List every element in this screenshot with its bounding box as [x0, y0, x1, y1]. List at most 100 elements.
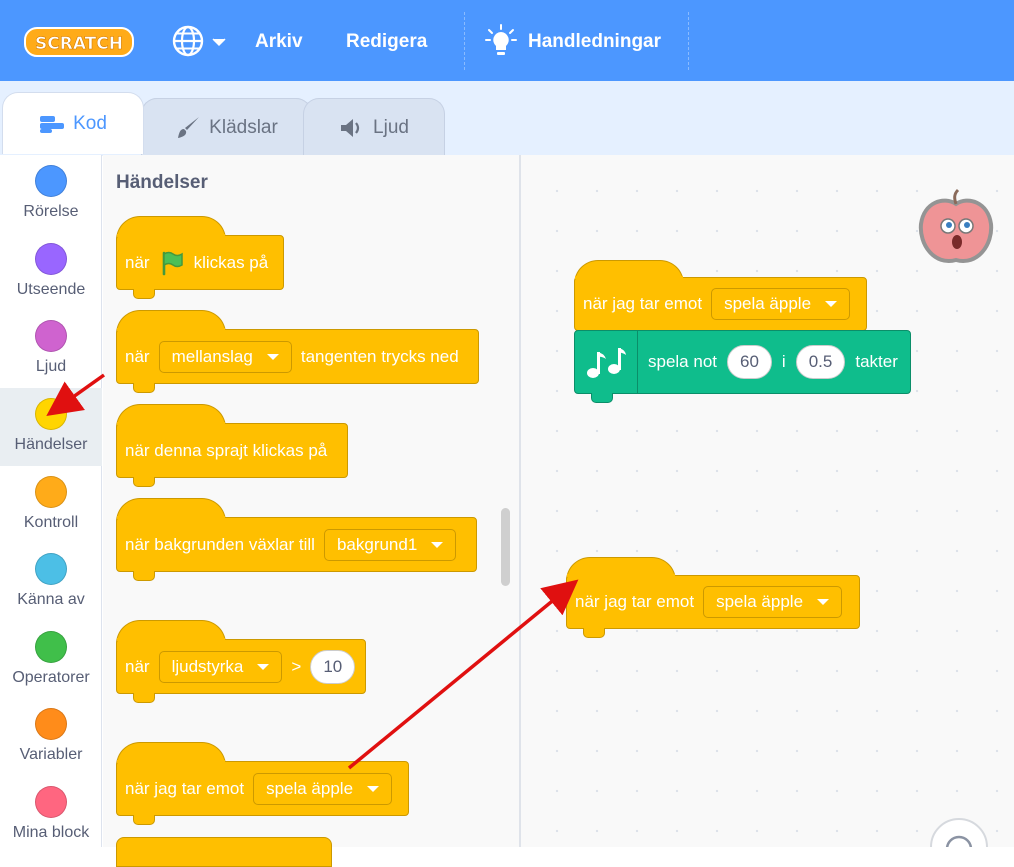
category-dot — [35, 243, 67, 275]
message-dropdown[interactable]: spela äpple — [253, 772, 393, 805]
when-i-receive-block[interactable]: när jag tar emot spela äpple — [116, 761, 409, 816]
block-notch — [133, 383, 155, 393]
tab-ljud[interactable]: Ljud — [303, 98, 445, 156]
partial-event-block[interactable] — [116, 837, 332, 867]
beats-input[interactable]: 0.5 — [795, 345, 846, 379]
speaker-icon — [341, 118, 360, 137]
category-dot — [35, 476, 67, 508]
block-text: tangenten trycks ned — [300, 346, 459, 366]
message-dropdown[interactable]: spela äpple — [703, 586, 843, 618]
category-dot — [35, 786, 67, 818]
block-text: när — [125, 252, 150, 272]
dropdown-value: mellanslag — [171, 346, 253, 366]
tab-kladslar[interactable]: Klädslar — [141, 98, 312, 156]
dropdown-caret-icon — [825, 301, 838, 307]
dropdown-caret-icon — [367, 785, 380, 792]
dropdown-value: spela äpple — [716, 592, 804, 611]
loudness-value-input[interactable]: 10 — [310, 649, 356, 684]
when-backdrop-switches-block[interactable]: när bakgrunden växlar till bakgrund1 — [116, 517, 477, 572]
hat-seam — [117, 234, 225, 237]
block-notch — [133, 289, 155, 299]
hat-seam — [117, 516, 225, 519]
palette-section-title: Händelser — [116, 172, 208, 193]
tab-kladslar-label: Klädslar — [209, 116, 278, 138]
music-notes-icon — [587, 348, 626, 378]
tab-kod-active[interactable]: Kod — [2, 92, 144, 154]
category-ljud[interactable]: Ljud — [0, 310, 102, 388]
note-input[interactable]: 60 — [727, 345, 772, 379]
category-handelser[interactable]: Händelser — [0, 388, 102, 466]
block-notch — [583, 628, 605, 638]
dropdown-value: ljudstyrka — [171, 656, 244, 676]
category-dot — [35, 631, 67, 663]
block-text: när jag tar emot — [583, 294, 703, 313]
backdrop-dropdown[interactable]: bakgrund1 — [323, 528, 457, 561]
category-label: Känna av — [17, 591, 85, 608]
block-text: klickas på — [193, 252, 269, 272]
svg-text:SCRATCH: SCRATCH — [35, 34, 123, 54]
dropdown-caret-icon — [266, 353, 279, 360]
category-variabler[interactable]: Variabler — [0, 698, 102, 776]
key-dropdown[interactable]: mellanslag — [158, 340, 292, 373]
category-label: Utseende — [16, 281, 86, 298]
category-rorelse[interactable]: Rörelse — [0, 155, 102, 233]
category-utseende[interactable]: Utseende — [0, 233, 102, 311]
category-label: Variabler — [19, 746, 83, 763]
category-dot — [35, 165, 67, 197]
menu-divider — [464, 12, 465, 70]
category-kanna-av[interactable]: Känna av — [0, 543, 102, 621]
category-operatorer[interactable]: Operatorer — [0, 621, 102, 699]
palette-scrollbar[interactable] — [501, 508, 510, 586]
paintbrush-icon — [178, 116, 200, 138]
category-dot — [35, 398, 67, 430]
hat-seam — [575, 276, 683, 279]
sensor-dropdown[interactable]: ljudstyrka — [158, 650, 283, 683]
category-label: Kontroll — [23, 514, 79, 531]
hat-seam — [117, 422, 225, 425]
category-menu: Rörelse Utseende Ljud Händelser Kontroll… — [0, 155, 102, 847]
hat-seam — [117, 638, 225, 641]
when-sprite-clicked-block[interactable]: när denna sprajt klickas på — [116, 423, 348, 478]
lightbulb-icon — [485, 24, 517, 55]
dropdown-caret-icon — [257, 663, 270, 670]
block-notch — [133, 693, 155, 703]
dropdown-value: bakgrund1 — [336, 534, 418, 554]
category-dot — [35, 708, 67, 740]
zoom-button-icon[interactable] — [929, 817, 989, 847]
category-kontroll[interactable]: Kontroll — [0, 466, 102, 544]
hat-seam — [117, 760, 225, 763]
scratch-logo[interactable]: SCRATCH — [24, 26, 134, 58]
menu-redigera[interactable]: Redigera — [346, 0, 427, 81]
category-label: Rörelse — [23, 203, 79, 220]
green-flag-icon — [162, 251, 183, 275]
play-note-block[interactable]: spela not 60 i 0.5 takter — [574, 330, 911, 394]
when-key-pressed-block[interactable]: när mellanslag tangenten trycks ned — [116, 329, 479, 384]
block-text: när — [125, 656, 150, 676]
menu-divider — [688, 12, 689, 70]
when-loudness-block[interactable]: när ljudstyrka > 10 — [116, 639, 366, 694]
menu-arkiv[interactable]: Arkiv — [255, 0, 303, 81]
dropdown-value: spela äpple — [724, 294, 812, 313]
block-palette: Händelser när klickas på när mellanslag … — [103, 155, 519, 867]
category-label: Ljud — [35, 358, 67, 375]
hat-seam — [117, 328, 225, 331]
dropdown-value: spela äpple — [266, 778, 354, 798]
globe-icon — [172, 25, 204, 57]
block-text: i — [781, 352, 786, 371]
block-text: > — [291, 656, 302, 676]
block-notch — [133, 571, 155, 581]
workspace-when-i-receive-block[interactable]: när jag tar emot spela äpple — [566, 575, 860, 629]
block-text: när — [125, 346, 150, 366]
workspace-when-i-receive-block[interactable]: när jag tar emot spela äpple — [574, 277, 867, 331]
category-dot — [35, 320, 67, 352]
hat-seam — [567, 574, 675, 577]
handledningar-label: Handledningar — [528, 31, 662, 52]
when-flag-clicked-block[interactable]: när klickas på — [116, 235, 284, 290]
block-text: när bakgrunden växlar till — [125, 534, 315, 554]
menu-bar: SCRATCH Arkiv Redigera Handledningar — [0, 0, 1014, 81]
language-menu[interactable] — [171, 24, 229, 58]
chevron-down-icon — [212, 38, 226, 47]
category-mina-block[interactable]: Mina block — [0, 776, 102, 854]
message-dropdown[interactable]: spela äpple — [711, 288, 851, 320]
block-text: när jag tar emot — [125, 778, 245, 798]
